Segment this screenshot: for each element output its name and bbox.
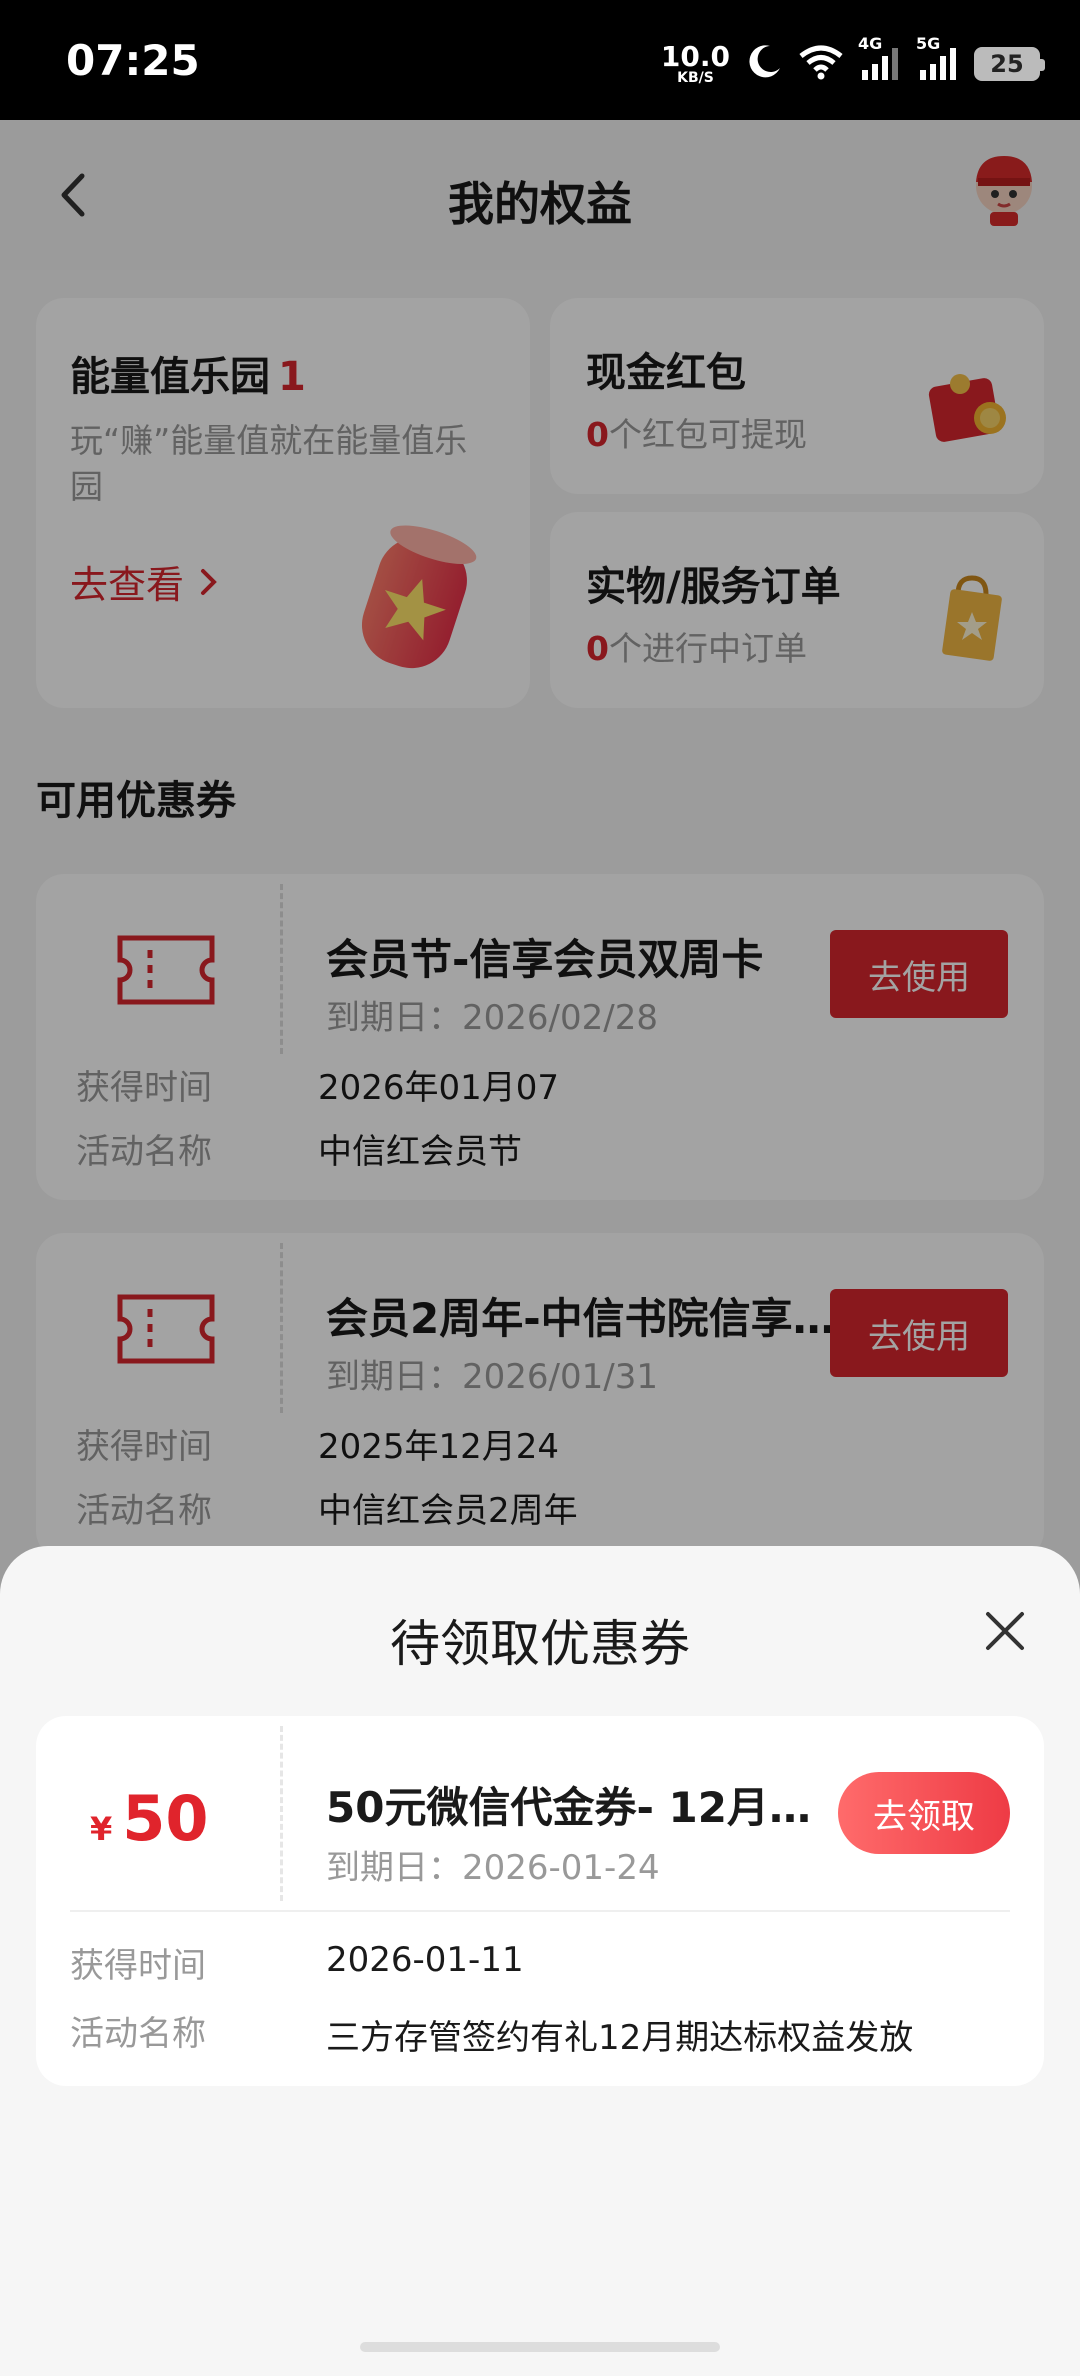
home-indicator[interactable]: [360, 2342, 720, 2352]
signal-4g-label: 4G: [858, 34, 883, 53]
battery-icon: 25: [974, 47, 1045, 81]
net-speed: 10.0 KB/S: [660, 40, 730, 86]
coupon-activity-value: 三方存管签约有礼12月期达标权益发放: [326, 2018, 914, 2058]
coupon-expiry: 到期日：2026-01-24: [326, 1848, 660, 1888]
net-speed-unit: KB/S: [677, 70, 714, 86]
coupon-amount: ¥ 50: [90, 1782, 209, 1855]
status-icons: 10.0 KB/S 4G 5G 25: [660, 34, 1045, 92]
claim-coupon-button[interactable]: 去领取: [838, 1772, 1010, 1854]
signal-4g-icon: 4G: [858, 34, 902, 86]
signal-5g-icon: 5G: [916, 34, 960, 86]
moon-icon: [744, 42, 784, 86]
amount-value: 50: [122, 1782, 209, 1855]
currency-symbol: ¥: [90, 1810, 113, 1848]
coupon-separator: [70, 1910, 1010, 1912]
close-icon[interactable]: [982, 1608, 1028, 1654]
wifi-icon: [798, 44, 844, 84]
pending-coupon-card: ¥ 50 50元微信代金券- 12月… 到期日：2026-01-24 去领取 获…: [36, 1716, 1044, 2086]
coupon-name: 50元微信代金券- 12月…: [326, 1783, 811, 1832]
coupon-activity-label: 活动名称: [70, 2014, 206, 2054]
pending-coupons-sheet: 待领取优惠券 ¥ 50 50元微信代金券- 12月… 到期日：2026-01-2…: [0, 1546, 1080, 2376]
sheet-title: 待领取优惠券: [390, 1615, 690, 1673]
net-speed-value: 10.0: [660, 40, 730, 73]
coupon-time-label: 获得时间: [70, 1946, 206, 1986]
coupon-divider: [280, 1726, 283, 1901]
status-bar: 07:25 10.0 KB/S 4G 5G 25: [0, 0, 1080, 120]
status-time: 07:25: [66, 36, 200, 85]
signal-5g-label: 5G: [916, 34, 941, 53]
coupon-time-value: 2026-01-11: [326, 1940, 524, 1980]
battery-level: 25: [990, 50, 1024, 78]
